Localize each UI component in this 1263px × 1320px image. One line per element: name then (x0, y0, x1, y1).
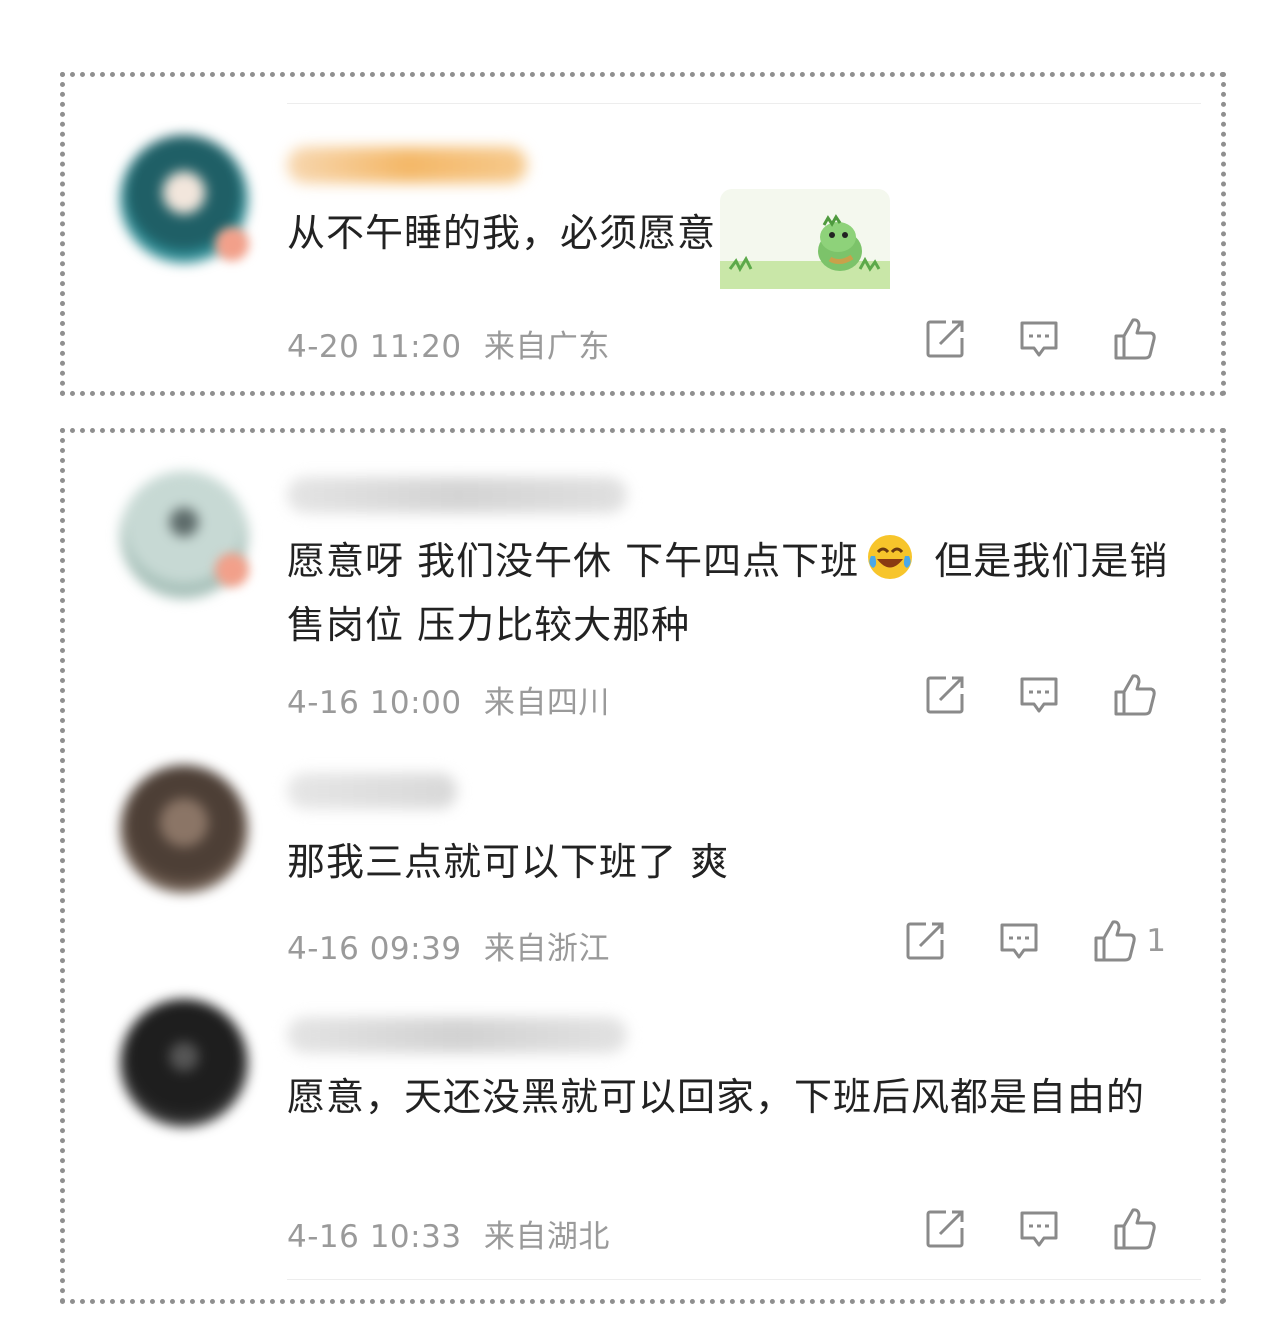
avatar[interactable] (120, 999, 248, 1127)
comment-time: 4-20 11:20 (287, 329, 462, 365)
share-icon (906, 922, 944, 960)
username-blurred[interactable] (287, 1017, 627, 1053)
comment-text: 愿意，天还没黑就可以回家，下班后风都是自由的 (287, 1075, 1146, 1119)
share-button[interactable] (904, 920, 946, 962)
share-icon (926, 676, 964, 714)
avatar[interactable] (120, 765, 248, 893)
like-button[interactable] (1112, 1206, 1166, 1252)
comment-meta: 4-16 09:39 来自浙江 (287, 923, 610, 968)
thumbs-up-icon (1114, 674, 1156, 716)
dinosaur-sticker-icon (720, 189, 890, 289)
comment-icon (1020, 321, 1058, 357)
like-button[interactable] (1112, 316, 1166, 362)
comment-icon (1000, 923, 1038, 959)
comment-actions (924, 673, 1166, 717)
comment-actions (924, 1207, 1166, 1251)
comment-meta: 4-16 10:00 来自四川 (287, 677, 610, 722)
share-icon (926, 320, 964, 358)
comment-card-1: 从不午睡的我，必须愿意 4-20 11:20 来自广东 (60, 72, 1226, 396)
comment-text: 那我三点就可以下班了 爽 (287, 840, 730, 884)
comment-location: 来自浙江 (483, 931, 610, 967)
reply-button[interactable] (1018, 1208, 1060, 1250)
divider (287, 1279, 1201, 1280)
comment-icon (1020, 677, 1058, 713)
laugh-cry-emoji-icon (868, 535, 913, 579)
username-blurred[interactable] (287, 147, 527, 183)
comment-text: 愿意呀 我们没午休 下午四点下班 但是我们是销售岗位 压力比较大那种 (287, 529, 1177, 657)
comment-meta: 4-20 11:20 来自广东 (287, 321, 610, 366)
comment-text-part: 愿意呀 我们没午休 下午四点下班 (287, 539, 860, 583)
comment-location: 来自四川 (483, 685, 610, 721)
thumbs-up-icon (1114, 318, 1156, 360)
username-blurred[interactable] (287, 477, 627, 513)
like-button[interactable]: 1 (1092, 918, 1166, 964)
comment-meta: 4-16 10:33 来自湖北 (287, 1211, 610, 1256)
comment-location: 来自广东 (483, 329, 610, 365)
share-icon (926, 1210, 964, 1248)
share-button[interactable] (924, 318, 966, 360)
thumbs-up-icon (1114, 1208, 1156, 1250)
reply-button[interactable] (1018, 674, 1060, 716)
comment-icon (1020, 1211, 1058, 1247)
thumbs-up-icon (1094, 920, 1136, 962)
comment-time: 4-16 10:33 (287, 1219, 462, 1255)
verified-badge-icon (215, 227, 249, 261)
reply-button[interactable] (998, 920, 1040, 962)
share-button[interactable] (924, 674, 966, 716)
comment-actions: 1 (904, 919, 1166, 963)
comment-actions (924, 317, 1166, 361)
like-button[interactable] (1112, 672, 1166, 718)
username-blurred[interactable] (287, 773, 457, 809)
verified-badge-icon (215, 553, 249, 587)
share-button[interactable] (924, 1208, 966, 1250)
reply-button[interactable] (1018, 318, 1060, 360)
like-count: 1 (1146, 923, 1166, 959)
comment-location: 来自湖北 (483, 1219, 610, 1255)
comment-time: 4-16 10:00 (287, 685, 462, 721)
divider (287, 103, 1201, 104)
comment-card-2: 愿意呀 我们没午休 下午四点下班 但是我们是销售岗位 压力比较大那种 4-16 … (60, 428, 1226, 1304)
comment-time: 4-16 09:39 (287, 931, 462, 967)
